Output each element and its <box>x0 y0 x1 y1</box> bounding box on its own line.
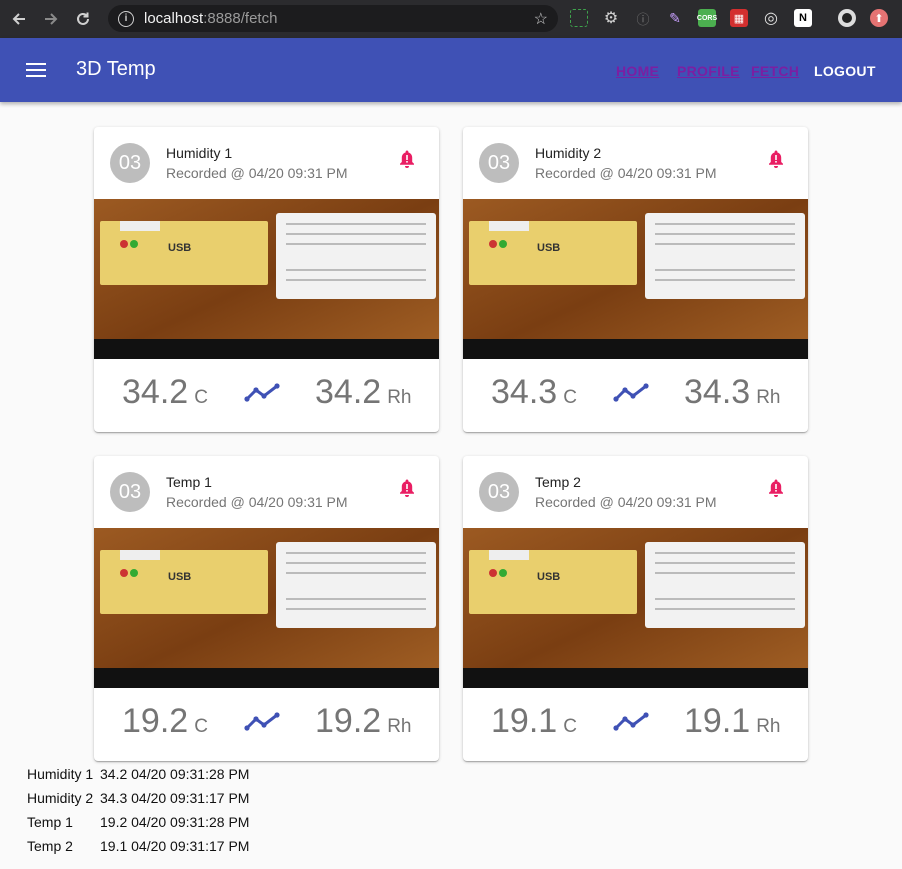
card-subtitle: Recorded @ 04/20 09:31 PM <box>166 165 348 181</box>
humidity-value: 34.3 <box>684 373 751 411</box>
trending-icon[interactable] <box>244 382 280 404</box>
card-subtitle: Recorded @ 04/20 09:31 PM <box>535 165 717 181</box>
humidity-unit: Rh <box>756 716 781 737</box>
log-value: 19.1 04/20 09:31:17 PM <box>100 838 250 854</box>
humidity-reading: 34.3 Rh <box>684 373 780 412</box>
temperature-value: 19.2 <box>122 702 189 740</box>
sensor-card: 03 Temp 1 Recorded @ 04/20 09:31 PM USB … <box>94 456 439 761</box>
url-host: localhost <box>144 10 204 27</box>
card-title: Temp 1 <box>166 474 212 490</box>
humidity-value: 34.2 <box>315 373 382 411</box>
nav-profile-link[interactable]: PROFILE <box>677 63 740 79</box>
avatar: 03 <box>479 472 519 512</box>
temperature-unit: C <box>563 387 577 408</box>
log-sensor-name: Humidity 2 <box>27 790 94 806</box>
alert-bell-icon[interactable] <box>767 149 785 169</box>
humidity-unit: Rh <box>756 387 781 408</box>
humidity-unit: Rh <box>387 387 412 408</box>
card-title: Humidity 2 <box>535 145 602 161</box>
svg-text:USB: USB <box>168 242 191 254</box>
address-bar[interactable]: i localhost:8888/fetch ☆ <box>108 5 558 32</box>
card-subtitle: Recorded @ 04/20 09:31 PM <box>535 494 717 510</box>
humidity-value: 19.2 <box>315 702 382 740</box>
grid-extension-icon[interactable]: ▦ <box>730 9 748 27</box>
temperature-value: 34.3 <box>491 373 558 411</box>
app-bar: 3D Temp HOME PROFILE FETCH LOGOUT <box>0 38 902 102</box>
breadboard-photo: USB <box>463 528 808 688</box>
readings-log: Humidity 1 34.2 04/20 09:31:28 PM Humidit… <box>27 766 267 862</box>
site-info-icon[interactable]: i <box>118 10 134 27</box>
svg-text:USB: USB <box>537 242 560 254</box>
log-row: Temp 1 19.2 04/20 09:31:28 PM <box>27 814 267 838</box>
avatar: 03 <box>479 143 519 183</box>
log-value: 19.2 04/20 09:31:28 PM <box>100 814 250 830</box>
log-sensor-name: Temp 1 <box>27 814 73 830</box>
app-title: 3D Temp <box>76 58 156 80</box>
svg-text:USB: USB <box>537 571 560 583</box>
log-row: Temp 2 19.1 04/20 09:31:17 PM <box>27 838 267 862</box>
card-title: Temp 2 <box>535 474 581 490</box>
url-path: :8888/fetch <box>203 10 278 27</box>
avatar: 03 <box>110 143 150 183</box>
temperature-reading: 34.2 C <box>122 373 208 412</box>
nav-fetch-link[interactable]: FETCH <box>751 63 799 79</box>
trending-icon[interactable] <box>613 711 649 733</box>
bookmark-star-icon[interactable]: ☆ <box>534 9 548 29</box>
cors-extension-icon[interactable]: CORS <box>697 9 717 27</box>
temperature-unit: C <box>563 716 577 737</box>
humidity-unit: Rh <box>387 716 412 737</box>
gear-extension-icon[interactable]: ⚙ <box>602 9 620 27</box>
breadboard-photo: USB <box>463 199 808 359</box>
log-row: Humidity 2 34.3 04/20 09:31:17 PM <box>27 790 267 814</box>
temperature-value: 19.1 <box>491 702 558 740</box>
humidity-reading: 19.2 Rh <box>315 702 411 741</box>
trending-icon[interactable] <box>244 711 280 733</box>
breadboard-photo: USB <box>94 528 439 688</box>
log-value: 34.3 04/20 09:31:17 PM <box>100 790 250 806</box>
sensor-card: 03 Humidity 1 Recorded @ 04/20 09:31 PM … <box>94 127 439 432</box>
breadboard-photo: USB <box>94 199 439 359</box>
log-sensor-name: Temp 2 <box>27 838 73 854</box>
target-extension-icon[interactable]: ◎ <box>762 9 780 27</box>
humidity-reading: 19.1 Rh <box>684 702 780 741</box>
humidity-value: 19.1 <box>684 702 751 740</box>
log-value: 34.2 04/20 09:31:28 PM <box>100 766 250 782</box>
card-subtitle: Recorded @ 04/20 09:31 PM <box>166 494 348 510</box>
info-extension-icon[interactable]: ⓘ <box>634 9 652 27</box>
logout-button[interactable]: LOGOUT <box>814 63 876 79</box>
screenshot-extension-icon[interactable] <box>570 9 588 27</box>
temperature-value: 34.2 <box>122 373 189 411</box>
profile-avatar-icon[interactable] <box>838 9 856 27</box>
nav-home-link[interactable]: HOME <box>616 63 659 79</box>
browser-toolbar: i localhost:8888/fetch ☆ ⚙ ⓘ ✎ CORS ▦ ◎ … <box>0 0 902 38</box>
alert-bell-icon[interactable] <box>767 478 785 498</box>
card-title: Humidity 1 <box>166 145 233 161</box>
humidity-reading: 34.2 Rh <box>315 373 411 412</box>
back-icon[interactable] <box>8 8 30 30</box>
alert-bell-icon[interactable] <box>398 478 416 498</box>
sensor-card: 03 Temp 2 Recorded @ 04/20 09:31 PM USB … <box>463 456 808 761</box>
avatar: 03 <box>110 472 150 512</box>
reload-icon[interactable] <box>72 8 94 30</box>
temperature-reading: 19.1 C <box>491 702 577 741</box>
log-row: Humidity 1 34.2 04/20 09:31:28 PM <box>27 766 267 790</box>
temperature-unit: C <box>194 387 208 408</box>
sensor-card: 03 Humidity 2 Recorded @ 04/20 09:31 PM … <box>463 127 808 432</box>
pen-extension-icon[interactable]: ✎ <box>666 9 684 27</box>
menu-icon[interactable] <box>26 63 46 77</box>
svg-text:USB: USB <box>168 571 191 583</box>
log-sensor-name: Humidity 1 <box>27 766 94 782</box>
alert-bell-icon[interactable] <box>398 149 416 169</box>
notion-extension-icon[interactable]: N <box>794 9 812 27</box>
forward-icon[interactable] <box>40 8 62 30</box>
trending-icon[interactable] <box>613 382 649 404</box>
temperature-reading: 19.2 C <box>122 702 208 741</box>
temperature-unit: C <box>194 716 208 737</box>
temperature-reading: 34.3 C <box>491 373 577 412</box>
update-icon[interactable]: ⬆ <box>870 9 888 27</box>
